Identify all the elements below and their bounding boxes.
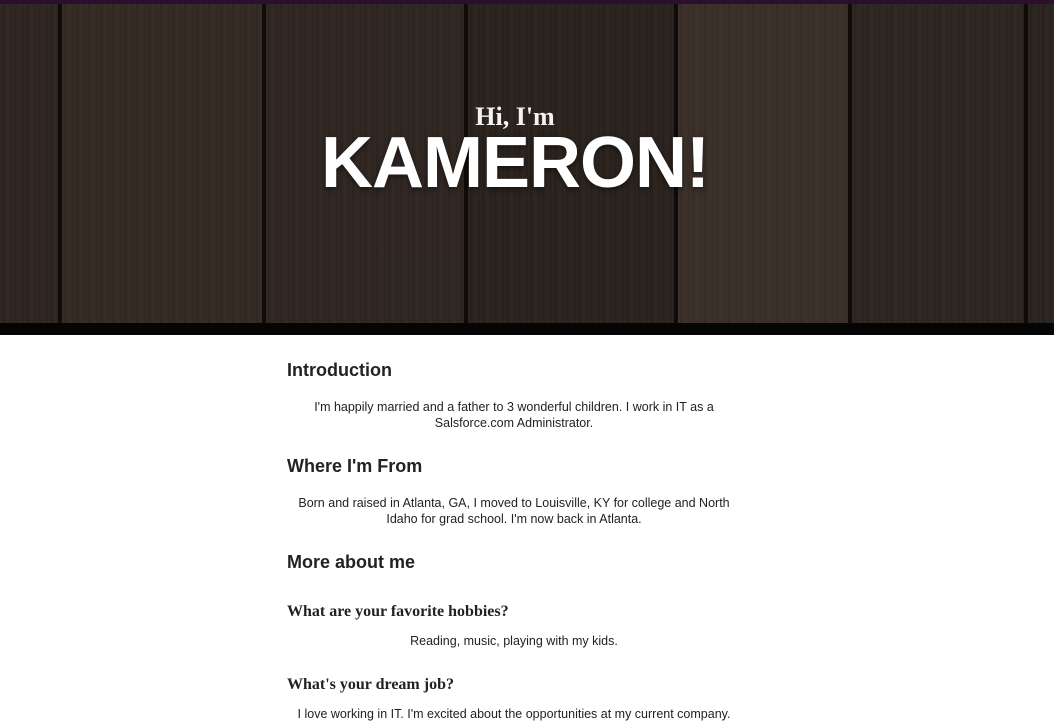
more-about-heading: More about me [287,552,416,572]
where-from-heading: Where I'm From [287,456,423,476]
dream-job-question: What's your dream job? [287,676,454,693]
hobbies-answer: Reading, music, playing with my kids. [410,634,618,648]
main-content: Introduction I'm happily married and a f… [287,352,741,722]
hero-bottom-bar [0,323,1054,335]
dream-job-answer: I love working in IT. I'm excited about … [297,707,731,721]
hobbies-question: What are your favorite hobbies? [287,603,509,620]
hero-banner: Hi, I'm KAMERON! [0,4,1054,323]
where-from-text: Born and raised in Atlanta, GA, I moved … [298,496,730,526]
hero-name: KAMERON! [321,123,710,203]
wood-plank [1028,4,1054,323]
introduction-heading: Introduction [287,360,392,380]
introduction-text: I'm happily married and a father to 3 wo… [314,400,714,430]
